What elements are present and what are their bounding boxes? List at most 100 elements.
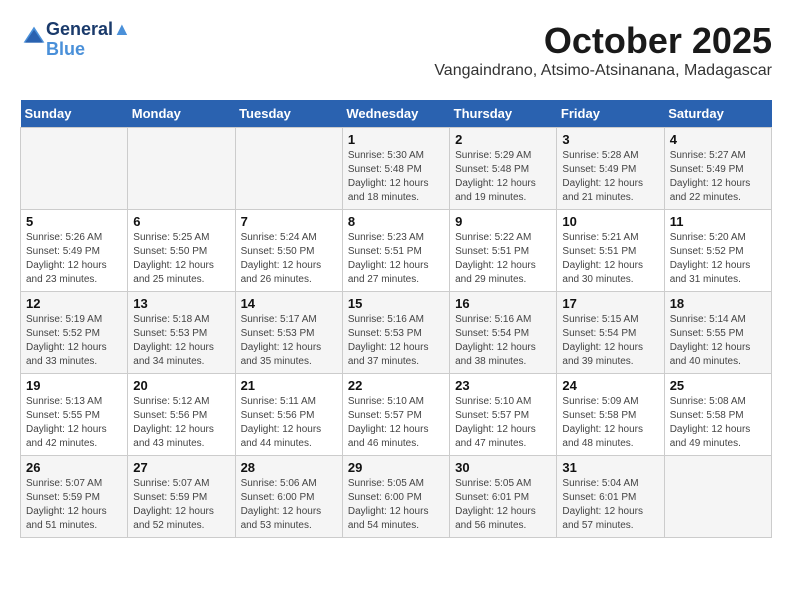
calendar-cell: 12Sunrise: 5:19 AM Sunset: 5:52 PM Dayli…: [21, 292, 128, 374]
calendar-cell: 24 Sunrise: 5:09 AM Sunset: 5:58 PM Dayli…: [557, 374, 664, 456]
day-content: Sunrise: 5:04 AM Sunset: 6:01 PM Dayligh…: [562, 477, 658, 533]
day-content: Sunrise: 5:09 AM Sunset: 5:58 PM Dayligh…: [562, 395, 658, 451]
day-content: Sunrise: 5:07 AM Sunset: 5:59 PM Dayligh…: [133, 477, 229, 533]
day-content: Sunrise: 5:25 AM Sunset: 5:50 PM Dayligh…: [133, 231, 229, 287]
day-number: 21: [241, 378, 337, 393]
calendar-week-4: 19 Sunrise: 5:13 AM Sunset: 5:55 PM Dayli…: [21, 374, 772, 456]
calendar-cell: 18Sunrise: 5:14 AM Sunset: 5:55 PM Dayli…: [664, 292, 771, 374]
day-header-saturday: Saturday: [664, 100, 771, 128]
calendar-cell: 29 Sunrise: 5:05 AM Sunset: 6:00 PM Dayli…: [342, 456, 449, 538]
day-number: 2: [455, 132, 551, 147]
day-number: 3: [562, 132, 658, 147]
day-content: Sunrise: 5:28 AM Sunset: 5:49 PM Dayligh…: [562, 149, 658, 205]
calendar-week-3: 12Sunrise: 5:19 AM Sunset: 5:52 PM Dayli…: [21, 292, 772, 374]
day-content: Sunrise: 5:15 AM Sunset: 5:54 PM Dayligh…: [562, 313, 658, 369]
calendar-cell: 23Sunrise: 5:10 AM Sunset: 5:57 PM Dayli…: [450, 374, 557, 456]
day-content: Sunrise: 5:16 AM Sunset: 5:54 PM Dayligh…: [455, 313, 551, 369]
day-content: Sunrise: 5:13 AM Sunset: 5:55 PM Dayligh…: [26, 395, 122, 451]
calendar-week-1: 1Sunrise: 5:30 AM Sunset: 5:48 PM Daylig…: [21, 128, 772, 210]
calendar-cell: [128, 128, 235, 210]
day-number: 5: [26, 214, 122, 229]
calendar-cell: 21 Sunrise: 5:11 AM Sunset: 5:56 PM Dayli…: [235, 374, 342, 456]
day-content: Sunrise: 5:21 AM Sunset: 5:51 PM Dayligh…: [562, 231, 658, 287]
calendar-cell: 10 Sunrise: 5:21 AM Sunset: 5:51 PM Dayli…: [557, 210, 664, 292]
day-content: Sunrise: 5:05 AM Sunset: 6:01 PM Dayligh…: [455, 477, 551, 533]
day-content: Sunrise: 5:11 AM Sunset: 5:56 PM Dayligh…: [241, 395, 337, 451]
day-number: 22: [348, 378, 444, 393]
day-header-wednesday: Wednesday: [342, 100, 449, 128]
calendar-cell: 7 Sunrise: 5:24 AM Sunset: 5:50 PM Daylig…: [235, 210, 342, 292]
calendar-cell: [235, 128, 342, 210]
day-number: 25: [670, 378, 766, 393]
day-number: 30: [455, 460, 551, 475]
calendar-cell: 15 Sunrise: 5:16 AM Sunset: 5:53 PM Dayli…: [342, 292, 449, 374]
day-content: Sunrise: 5:06 AM Sunset: 6:00 PM Dayligh…: [241, 477, 337, 533]
day-content: Sunrise: 5:10 AM Sunset: 5:57 PM Dayligh…: [455, 395, 551, 451]
day-header-tuesday: Tuesday: [235, 100, 342, 128]
day-header-monday: Monday: [128, 100, 235, 128]
day-number: 15: [348, 296, 444, 311]
calendar-cell: 27 Sunrise: 5:07 AM Sunset: 5:59 PM Dayli…: [128, 456, 235, 538]
day-header-sunday: Sunday: [21, 100, 128, 128]
calendar-cell: 22 Sunrise: 5:10 AM Sunset: 5:57 PM Dayli…: [342, 374, 449, 456]
calendar-cell: 8Sunrise: 5:23 AM Sunset: 5:51 PM Daylig…: [342, 210, 449, 292]
day-content: Sunrise: 5:08 AM Sunset: 5:58 PM Dayligh…: [670, 395, 766, 451]
day-number: 13: [133, 296, 229, 311]
calendar-cell: 4 Sunrise: 5:27 AM Sunset: 5:49 PM Daylig…: [664, 128, 771, 210]
day-number: 11: [670, 214, 766, 229]
day-content: Sunrise: 5:14 AM Sunset: 5:55 PM Dayligh…: [670, 313, 766, 369]
day-number: 27: [133, 460, 229, 475]
calendar-cell: 13 Sunrise: 5:18 AM Sunset: 5:53 PM Dayli…: [128, 292, 235, 374]
day-content: Sunrise: 5:27 AM Sunset: 5:49 PM Dayligh…: [670, 149, 766, 205]
calendar-week-5: 26 Sunrise: 5:07 AM Sunset: 5:59 PM Dayli…: [21, 456, 772, 538]
day-header-thursday: Thursday: [450, 100, 557, 128]
calendar-cell: 6 Sunrise: 5:25 AM Sunset: 5:50 PM Daylig…: [128, 210, 235, 292]
day-content: Sunrise: 5:26 AM Sunset: 5:49 PM Dayligh…: [26, 231, 122, 287]
day-number: 10: [562, 214, 658, 229]
month-title: October 2025: [434, 20, 772, 62]
calendar-cell: [664, 456, 771, 538]
calendar-cell: 20 Sunrise: 5:12 AM Sunset: 5:56 PM Dayli…: [128, 374, 235, 456]
day-content: Sunrise: 5:12 AM Sunset: 5:56 PM Dayligh…: [133, 395, 229, 451]
day-number: 31: [562, 460, 658, 475]
calendar-cell: 16 Sunrise: 5:16 AM Sunset: 5:54 PM Dayli…: [450, 292, 557, 374]
day-header-friday: Friday: [557, 100, 664, 128]
day-content: Sunrise: 5:19 AM Sunset: 5:52 PM Dayligh…: [26, 313, 122, 369]
day-number: 16: [455, 296, 551, 311]
day-number: 6: [133, 214, 229, 229]
calendar-cell: 2 Sunrise: 5:29 AM Sunset: 5:48 PM Daylig…: [450, 128, 557, 210]
day-number: 19: [26, 378, 122, 393]
day-number: 9: [455, 214, 551, 229]
day-number: 4: [670, 132, 766, 147]
day-number: 7: [241, 214, 337, 229]
subtitle: Vangaindrano, Atsimo-Atsinanana, Madagas…: [434, 62, 772, 80]
logo-text: General▲ Blue: [46, 20, 131, 60]
calendar-cell: 25 Sunrise: 5:08 AM Sunset: 5:58 PM Dayli…: [664, 374, 771, 456]
day-content: Sunrise: 5:10 AM Sunset: 5:57 PM Dayligh…: [348, 395, 444, 451]
day-number: 1: [348, 132, 444, 147]
calendar-cell: 5 Sunrise: 5:26 AM Sunset: 5:49 PM Daylig…: [21, 210, 128, 292]
calendar-cell: 31 Sunrise: 5:04 AM Sunset: 6:01 PM Dayli…: [557, 456, 664, 538]
day-number: 20: [133, 378, 229, 393]
calendar-cell: 30 Sunrise: 5:05 AM Sunset: 6:01 PM Dayli…: [450, 456, 557, 538]
calendar-cell: 1Sunrise: 5:30 AM Sunset: 5:48 PM Daylig…: [342, 128, 449, 210]
day-number: 8: [348, 214, 444, 229]
day-content: Sunrise: 5:05 AM Sunset: 6:00 PM Dayligh…: [348, 477, 444, 533]
calendar-cell: 17Sunrise: 5:15 AM Sunset: 5:54 PM Dayli…: [557, 292, 664, 374]
day-number: 26: [26, 460, 122, 475]
calendar-cell: [21, 128, 128, 210]
day-number: 14: [241, 296, 337, 311]
day-content: Sunrise: 5:17 AM Sunset: 5:53 PM Dayligh…: [241, 313, 337, 369]
day-content: Sunrise: 5:16 AM Sunset: 5:53 PM Dayligh…: [348, 313, 444, 369]
day-content: Sunrise: 5:22 AM Sunset: 5:51 PM Dayligh…: [455, 231, 551, 287]
calendar-week-2: 5 Sunrise: 5:26 AM Sunset: 5:49 PM Daylig…: [21, 210, 772, 292]
calendar-cell: 9 Sunrise: 5:22 AM Sunset: 5:51 PM Daylig…: [450, 210, 557, 292]
day-content: Sunrise: 5:29 AM Sunset: 5:48 PM Dayligh…: [455, 149, 551, 205]
day-content: Sunrise: 5:18 AM Sunset: 5:53 PM Dayligh…: [133, 313, 229, 369]
calendar-cell: 14 Sunrise: 5:17 AM Sunset: 5:53 PM Dayli…: [235, 292, 342, 374]
calendar-cell: 28Sunrise: 5:06 AM Sunset: 6:00 PM Dayli…: [235, 456, 342, 538]
day-number: 29: [348, 460, 444, 475]
day-number: 24: [562, 378, 658, 393]
day-content: Sunrise: 5:24 AM Sunset: 5:50 PM Dayligh…: [241, 231, 337, 287]
day-content: Sunrise: 5:07 AM Sunset: 5:59 PM Dayligh…: [26, 477, 122, 533]
